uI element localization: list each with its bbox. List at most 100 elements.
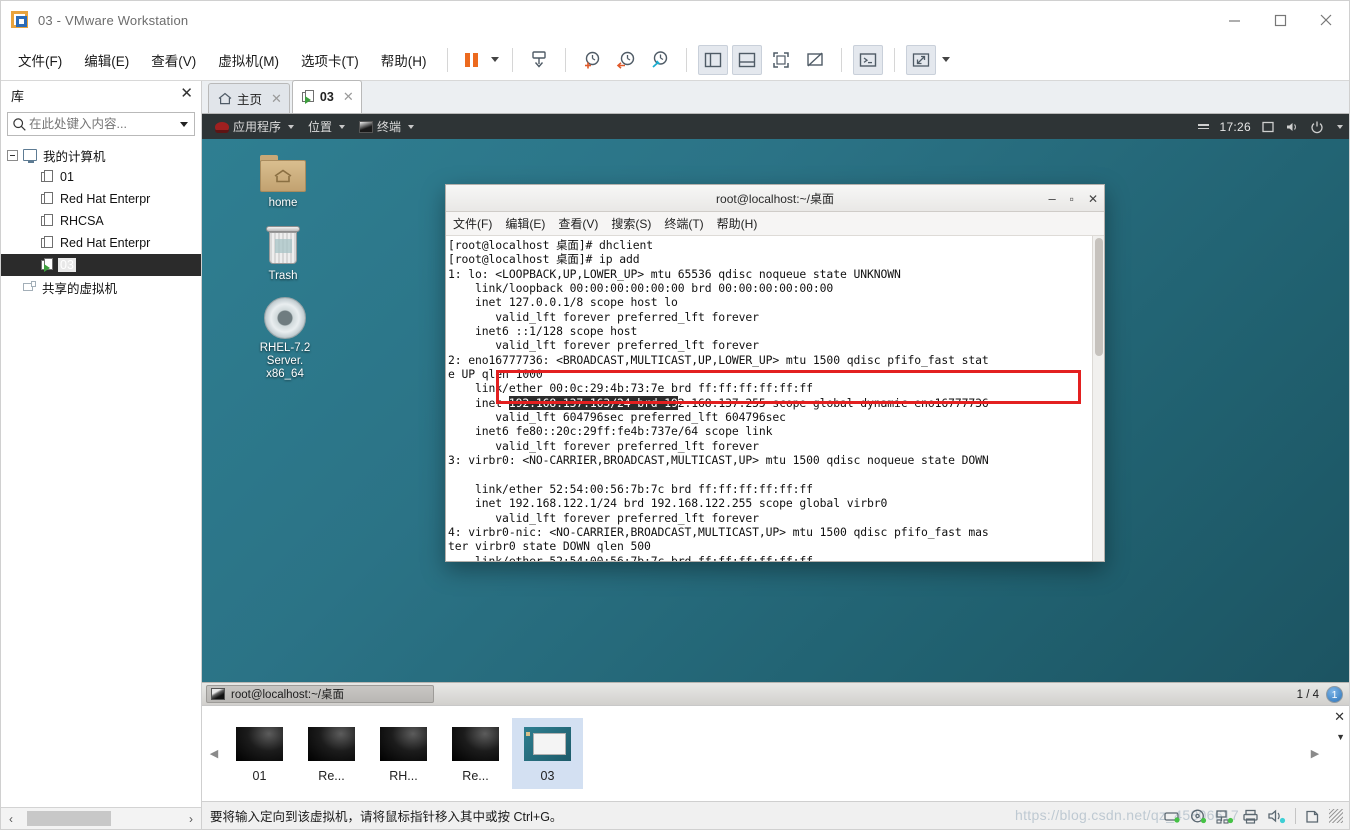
thumbnail-preview [452,727,499,761]
terminal-minimize-button[interactable]: – [1048,191,1055,206]
guest-desktop[interactable]: home Trash RHEL-7.2 Server. x86_64 root@… [202,139,1349,682]
desktop-icon-trash[interactable]: Trash [244,222,322,283]
tree-node-shared-vms[interactable]: 共享的虚拟机 [1,276,201,298]
terminal-maximize-button[interactable]: ▫ [1070,192,1074,206]
thumbnail-item-re-2[interactable]: Re... [440,718,511,789]
tree-node-vm-rhcsa[interactable]: RHCSA [1,210,201,232]
thumbnail-scroll-right-icon[interactable]: ▶ [1305,706,1325,802]
terminal-output[interactable]: [root@localhost 桌面]# dhclient [root@loca… [446,236,1092,561]
screen-icon[interactable] [1261,120,1275,134]
menu-file[interactable]: 文件(F) [7,45,73,75]
scrollbar-thumb[interactable] [27,811,111,826]
thumbnail-preview [524,727,571,761]
terminal-close-button[interactable]: ✕ [1088,192,1098,206]
stretch-guest-icon[interactable] [905,44,936,75]
manage-snapshots-icon[interactable] [645,45,675,75]
scrollbar-thumb[interactable] [1095,238,1103,356]
terminal-menu-help[interactable]: 帮助(H) [717,215,758,232]
tree-expander-icon[interactable] [7,149,18,161]
current-app-label: 终端 [377,120,402,134]
volume-icon[interactable] [1285,120,1300,134]
vm-console-screen[interactable]: 应用程序 位置 终端 17:26 home Trash RHEL-7.2 Ser… [202,114,1349,705]
power-dropdown-caret[interactable] [487,45,503,75]
show-thumbnails-icon[interactable] [731,44,762,75]
scrollbar-track[interactable] [19,811,183,826]
workspace-switcher[interactable]: 1 / 4 1 [1297,683,1343,705]
tree-node-vm-03[interactable]: 03 [1,254,201,276]
clock-label[interactable]: 17:26 [1219,120,1251,134]
revert-snapshot-icon[interactable] [611,45,641,75]
chevron-down-icon[interactable] [1337,124,1343,129]
menu-view[interactable]: 查看(V) [140,45,207,75]
tree-node-my-computer[interactable]: 我的计算机 [1,144,201,166]
fullscreen-icon[interactable] [766,45,796,75]
maximize-button[interactable] [1257,1,1303,39]
pause-icon[interactable] [459,45,485,75]
desktop-icon-home[interactable]: home [244,149,322,210]
library-search-input[interactable] [27,116,176,132]
gnome-current-app-menu[interactable]: 终端 [352,118,421,135]
terminal-window[interactable]: root@localhost:~/桌面 – ▫ ✕ 文件(F) 编辑(E) 查看… [445,184,1105,562]
gnome-applications-menu[interactable]: 应用程序 [208,118,301,135]
take-snapshot-icon[interactable] [577,45,607,75]
thumbnail-item-rh[interactable]: RH... [368,718,439,789]
usb-icon[interactable] [1305,809,1320,824]
resize-grip-icon[interactable] [1329,809,1343,823]
gnome-places-menu[interactable]: 位置 [301,118,352,135]
terminal-menu-terminal[interactable]: 终端(T) [664,215,703,232]
unity-mode-icon[interactable] [800,45,830,75]
library-horizontal-scrollbar[interactable]: ‹ › [1,807,201,829]
library-search-box[interactable] [7,112,195,136]
gnome-status-area[interactable]: 17:26 [1198,114,1343,139]
terminal-scrollbar[interactable] [1092,236,1104,561]
network-adapter-icon[interactable] [1216,809,1234,824]
terminal-menu-view[interactable]: 查看(V) [558,215,598,232]
tree-node-vm-rhel-2[interactable]: Red Hat Enterpr [1,232,201,254]
stretch-dropdown-caret[interactable] [938,45,954,75]
show-library-icon[interactable] [697,44,728,75]
guest-taskbar: root@localhost:~/桌面 1 / 4 1 [202,682,1349,705]
chevron-down-icon[interactable] [180,121,188,127]
menu-help[interactable]: 帮助(H) [370,45,438,75]
power-icon[interactable] [1310,120,1324,134]
thumbnail-strip-close-icon[interactable]: ✕ [1334,710,1345,723]
chevron-down-icon [288,124,295,129]
terminal-menu-edit[interactable]: 编辑(E) [505,215,545,232]
trash-icon [244,222,322,270]
workspace-badge[interactable]: 1 [1326,686,1343,703]
console-view-icon[interactable] [852,44,883,75]
terminal-menu-search[interactable]: 搜索(S) [611,215,651,232]
menu-tabs[interactable]: 选项卡(T) [290,45,370,75]
tab-03[interactable]: 03 ✕ [291,80,362,113]
tab-home[interactable]: 主页 ✕ [208,83,290,113]
thumbnail-list: 01 Re... RH... Re... 03 [224,718,584,789]
printer-icon[interactable] [1243,809,1259,824]
menu-vm[interactable]: 虚拟机(M) [207,45,290,75]
desktop-icon-rhel-iso[interactable]: RHEL-7.2 Server. x86_64 [240,294,330,381]
scroll-left-icon[interactable]: ‹ [3,813,19,825]
thumbnail-strip-expand-icon[interactable]: ▼ [1336,732,1345,742]
thumbnail-item-re-1[interactable]: Re... [296,718,367,789]
hard-disk-icon[interactable] [1164,809,1181,824]
sound-card-icon[interactable] [1268,809,1286,824]
library-close-icon[interactable]: ✕ [180,86,193,101]
applications-label: 应用程序 [233,120,282,134]
vm-icon [41,236,54,250]
tree-node-label: 我的计算机 [43,149,106,164]
minimize-button[interactable] [1211,1,1257,39]
terminal-menu-file[interactable]: 文件(F) [453,215,492,232]
thumbnail-item-01[interactable]: 01 [224,718,295,789]
terminal-body[interactable]: [root@localhost 桌面]# dhclient [root@loca… [446,236,1104,561]
thumbnail-scroll-left-icon[interactable]: ◀ [204,706,224,802]
send-ctrl-alt-del-icon[interactable] [524,45,554,75]
close-button[interactable] [1303,1,1349,39]
thumbnail-item-03[interactable]: 03 [512,718,583,789]
tab-close-icon[interactable]: ✕ [343,89,354,105]
cd-dvd-icon[interactable] [1190,809,1207,824]
tree-node-vm-01[interactable]: 01 [1,166,201,188]
menu-edit[interactable]: 编辑(E) [73,45,140,75]
scroll-right-icon[interactable]: › [183,813,199,825]
tab-close-icon[interactable]: ✕ [271,91,282,107]
taskbar-window-button[interactable]: root@localhost:~/桌面 [206,685,434,703]
tree-node-vm-rhel-1[interactable]: Red Hat Enterpr [1,188,201,210]
